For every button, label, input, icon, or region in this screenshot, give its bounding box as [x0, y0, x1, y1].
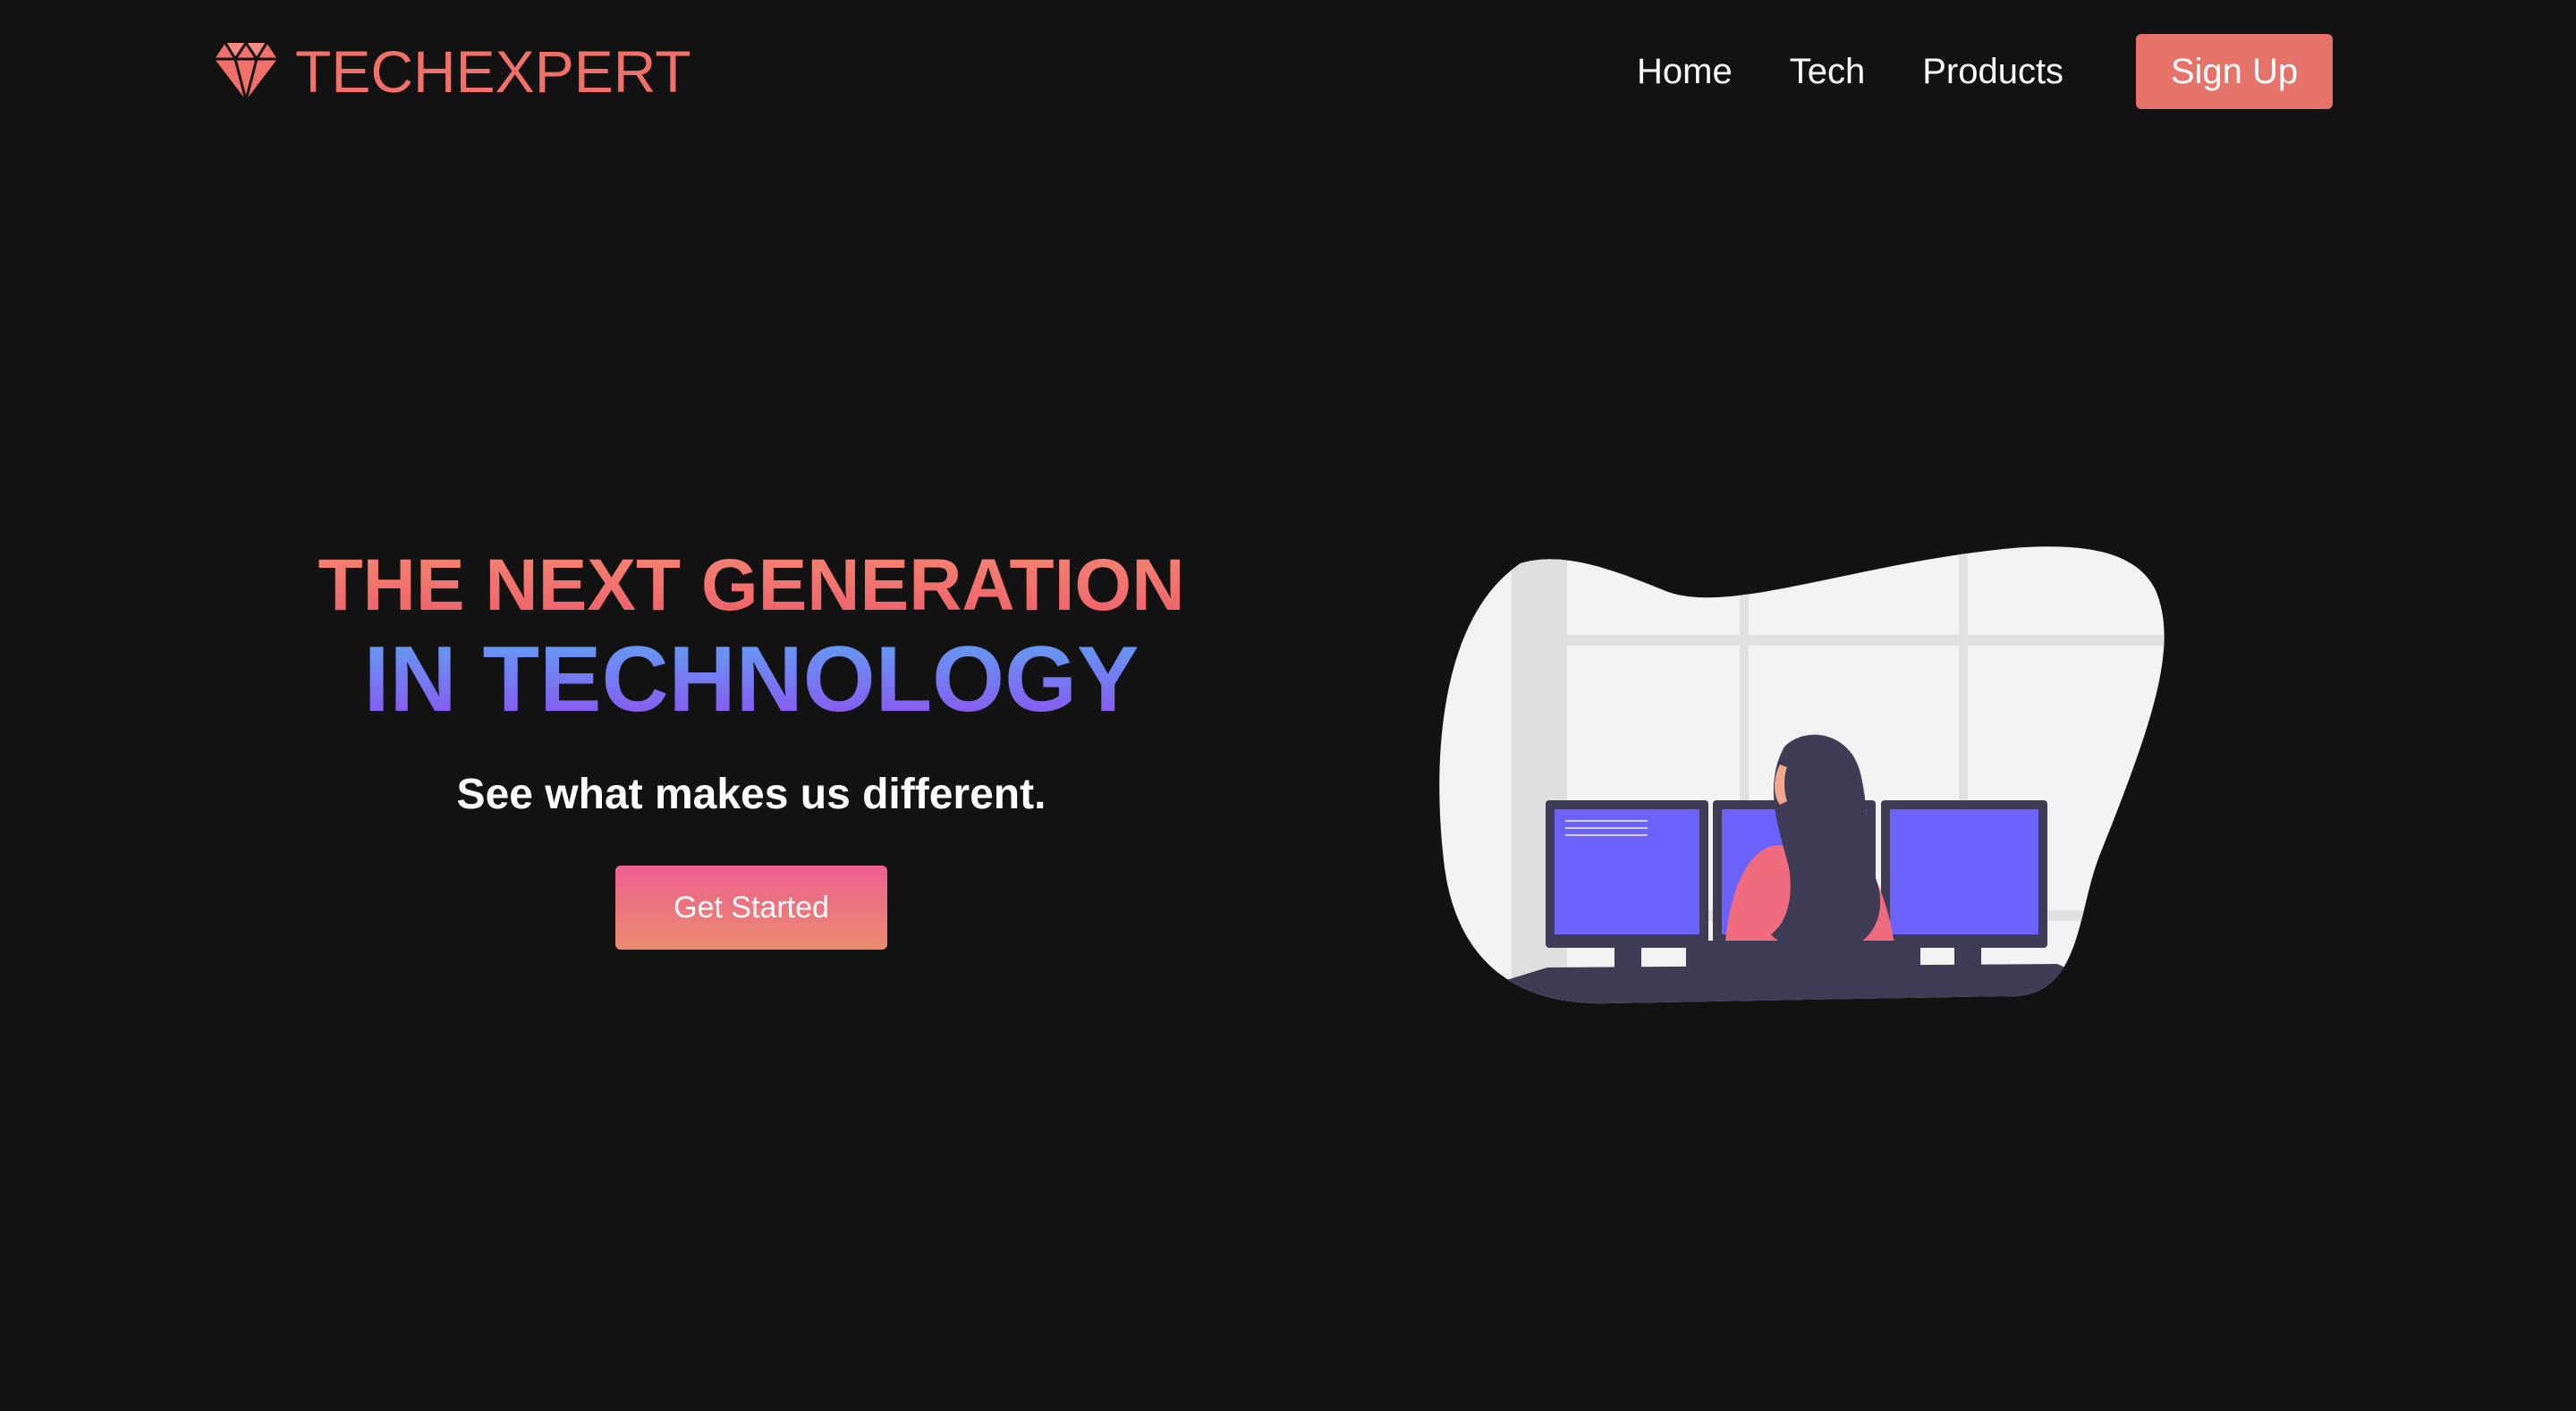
hero-illustration [1439, 546, 2165, 1004]
nav-link-products[interactable]: Products [1922, 52, 2063, 92]
signup-button[interactable]: Sign Up [2136, 34, 2333, 109]
brand-logo[interactable]: TECHEXPERT [213, 36, 691, 107]
hero-headline-line1: THE NEXT GENERATION [250, 545, 1252, 626]
diamond-icon [215, 41, 277, 102]
navbar: TECHEXPERT Home Tech Products Sign Up [0, 0, 2576, 143]
brand-name: TECHEXPERT [295, 38, 691, 105]
nav-links: Home Tech Products [1637, 34, 2121, 109]
nav-item-home: Home [1637, 52, 1733, 92]
nav-item-tech: Tech [1790, 52, 1866, 92]
hero-subheadline: See what makes us different. [456, 771, 1046, 819]
nav-link-tech[interactable]: Tech [1790, 52, 1866, 92]
get-started-button[interactable]: Get Started [615, 866, 887, 951]
hero-section: THE NEXT GENERATION IN TECHNOLOGY See wh… [250, 545, 1252, 951]
nav-link-home[interactable]: Home [1637, 52, 1733, 92]
nav-item-products: Products [1922, 52, 2063, 92]
hero-headline-line2: IN TECHNOLOGY [250, 630, 1252, 729]
page: TECHEXPERT Home Tech Products Sign Up TH… [0, 0, 2576, 1411]
